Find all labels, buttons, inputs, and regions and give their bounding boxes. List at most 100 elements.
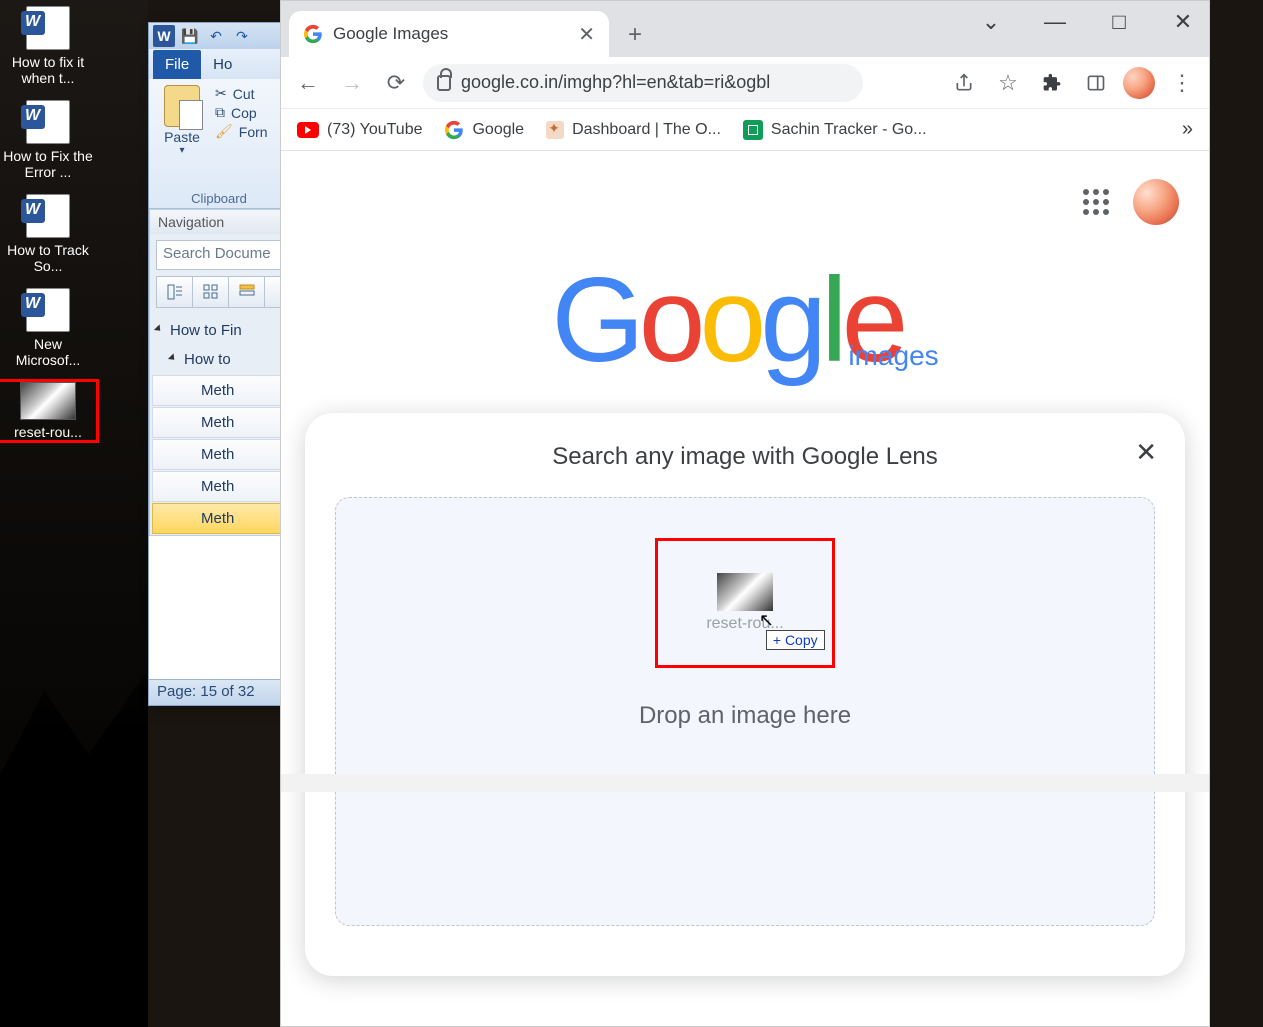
close-tab-icon[interactable]: ✕	[578, 22, 595, 47]
window-controls: ⌄ — □ ✕	[973, 9, 1201, 35]
icon-label: How to Track So...	[0, 242, 96, 274]
word-doc-icon	[26, 194, 70, 238]
format-painter-button[interactable]: 🖌Forn	[215, 123, 283, 140]
bookmark-overflow[interactable]: »	[1182, 118, 1193, 141]
tree-item[interactable]: Meth	[152, 439, 286, 470]
desktop-icon-howtofix1[interactable]: How to fix it when t...	[0, 6, 96, 86]
copy-button[interactable]: ⧉Cop	[215, 104, 283, 121]
forward-button[interactable]: →	[335, 66, 369, 100]
brush-icon: 🖌	[215, 123, 233, 140]
youtube-icon	[297, 122, 319, 138]
save-icon[interactable]: 💾	[179, 25, 201, 47]
pages-view-icon[interactable]	[193, 277, 229, 307]
word-ribbon-tabs: File Ho	[149, 49, 289, 79]
tree-item[interactable]: How to Fin	[152, 316, 286, 345]
profile-avatar[interactable]	[1123, 67, 1155, 99]
share-icon[interactable]	[947, 66, 981, 100]
expand-icon	[154, 324, 163, 333]
ribbon-group-label: Clipboard	[191, 191, 247, 206]
redo-icon[interactable]: ↷	[231, 25, 253, 47]
nav-search-input[interactable]: Search Docume	[156, 240, 282, 270]
bookmark-sachin-tracker[interactable]: Sachin Tracker - Go...	[743, 120, 927, 140]
icon-label: reset-rou...	[0, 424, 96, 440]
word-doc-icon	[26, 288, 70, 332]
dashboard-icon	[546, 121, 564, 139]
new-tab-button[interactable]: +	[617, 17, 653, 53]
chrome-window: Google Images ✕ + ⌄ — □ ✕ ← → ⟳ google.c…	[280, 0, 1210, 1027]
google-apps-icon[interactable]	[1083, 189, 1109, 215]
tree-item[interactable]: Meth	[152, 471, 286, 502]
copy-icon: ⧉	[215, 104, 225, 121]
icon-label: How to fix it when t...	[0, 54, 96, 86]
results-view-icon[interactable]	[229, 277, 265, 307]
tree-item-selected[interactable]: Meth	[152, 503, 286, 534]
tab-strip: Google Images ✕ + ⌄ — □ ✕	[281, 1, 1209, 57]
word-window: W 💾 ↶ ↷ File Ho Paste ▾ ✂Cut ⧉Cop 🖌Forn …	[148, 22, 290, 706]
tree-item[interactable]: Meth	[152, 407, 286, 438]
undo-icon[interactable]: ↶	[205, 25, 227, 47]
nav-headings-tree: How to Fin How to Meth Meth Meth Meth Me…	[152, 316, 286, 534]
bookmark-youtube[interactable]: (73) YouTube	[297, 121, 422, 139]
minimize-button[interactable]: —	[1037, 9, 1073, 35]
close-window-button[interactable]: ✕	[1165, 9, 1201, 35]
headings-view-icon[interactable]	[157, 277, 193, 307]
browser-toolbar: ← → ⟳ google.co.in/imghp?hl=en&tab=ri&og…	[281, 57, 1209, 109]
lens-panel-title: Search any image with Google Lens	[335, 443, 1155, 471]
lock-icon	[437, 75, 451, 91]
sheets-icon	[743, 120, 763, 140]
clipboard-icon	[164, 85, 200, 127]
reload-button[interactable]: ⟳	[379, 66, 413, 100]
tab-title: Google Images	[333, 24, 448, 44]
page-footer-bar	[281, 774, 1209, 792]
paste-button[interactable]: Paste ▾	[155, 85, 209, 156]
word-ribbon: Paste ▾ ✂Cut ⧉Cop 🖌Forn Clipboard	[149, 79, 289, 209]
tab-file[interactable]: File	[153, 50, 201, 79]
google-favicon	[303, 24, 323, 44]
expand-icon	[168, 353, 177, 362]
word-doc-icon	[26, 100, 70, 144]
desktop-icon-howtofix2[interactable]: How to Fix the Error ...	[0, 100, 96, 180]
icon-label: New Microsof...	[0, 336, 96, 368]
google-icon	[444, 120, 464, 140]
nav-view-switcher	[156, 276, 282, 308]
google-images-logo: G o o g l e images	[551, 251, 938, 389]
header-right	[1083, 179, 1179, 225]
nav-pane-title: Navigation	[150, 210, 288, 234]
dragged-file-highlight: reset-rou... ↖ + Copy	[655, 538, 835, 668]
tab-search-icon[interactable]: ⌄	[973, 9, 1009, 35]
browser-tab-active[interactable]: Google Images ✕	[289, 11, 609, 57]
chevron-down-icon: ▾	[155, 145, 209, 156]
images-sublabel: images	[848, 340, 938, 372]
bookmark-dashboard[interactable]: Dashboard | The O...	[546, 121, 721, 139]
tree-item[interactable]: How to	[152, 345, 286, 374]
back-button[interactable]: ←	[291, 66, 325, 100]
dragged-image-thumbnail	[717, 573, 773, 611]
desktop-icon-newmicrosoft[interactable]: New Microsof...	[0, 288, 96, 368]
windows-desktop: How to fix it when t... How to Fix the E…	[0, 0, 148, 1027]
bookmark-star-icon[interactable]: ☆	[991, 66, 1025, 100]
desktop-icon-trackso[interactable]: How to Track So...	[0, 194, 96, 274]
word-titlebar[interactable]: W 💾 ↶ ↷	[149, 23, 289, 49]
bookmarks-bar: (73) YouTube Google Dashboard | The O...…	[281, 109, 1209, 151]
cut-button[interactable]: ✂Cut	[215, 85, 283, 102]
url-text: google.co.in/imghp?hl=en&tab=ri&ogbl	[461, 72, 770, 93]
tree-item[interactable]: Meth	[152, 375, 286, 406]
copy-tooltip: + Copy	[766, 630, 825, 650]
extensions-icon[interactable]	[1035, 66, 1069, 100]
bookmark-google[interactable]: Google	[444, 120, 524, 140]
menu-kebab-icon[interactable]: ⋮	[1165, 66, 1199, 100]
tab-home[interactable]: Ho	[201, 50, 244, 79]
account-avatar[interactable]	[1133, 179, 1179, 225]
page-content: G o o g l e images Search any image with…	[281, 151, 1209, 1026]
paste-label: Paste	[155, 129, 209, 145]
desktop-icon-reset-router[interactable]: reset-rou...	[0, 382, 96, 440]
wallpaper-mountain	[0, 607, 148, 1027]
image-dropzone[interactable]: reset-rou... ↖ + Copy Drop an image here	[335, 497, 1155, 926]
word-app-icon[interactable]: W	[153, 25, 175, 47]
maximize-button[interactable]: □	[1101, 9, 1137, 35]
address-bar[interactable]: google.co.in/imghp?hl=en&tab=ri&ogbl	[423, 64, 863, 102]
close-lens-button[interactable]: ✕	[1135, 437, 1157, 468]
cursor-icon: ↖	[759, 610, 774, 631]
side-panel-icon[interactable]	[1079, 66, 1113, 100]
image-thumbnail-icon	[20, 382, 76, 420]
